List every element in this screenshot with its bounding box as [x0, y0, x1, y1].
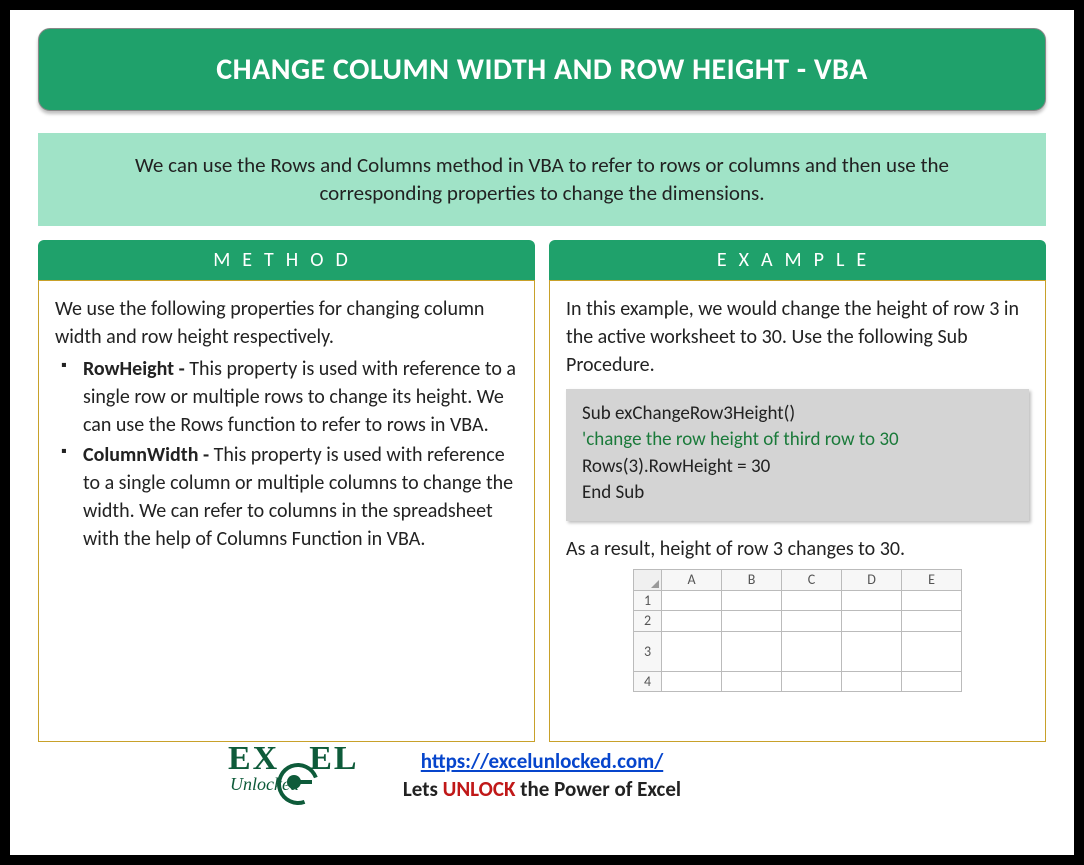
title-banner: CHANGE COLUMN WIDTH AND ROW HEIGHT - VBA — [38, 28, 1046, 111]
cell — [842, 671, 902, 692]
cell — [722, 611, 782, 632]
cell — [662, 671, 722, 692]
cell — [662, 590, 722, 611]
cell — [662, 611, 722, 632]
excel-unlocked-logo: EX EL Unlocked — [228, 742, 428, 795]
cell — [782, 631, 842, 671]
cell — [782, 590, 842, 611]
cell — [902, 631, 962, 671]
cell — [842, 611, 902, 632]
list-item: ColumnWidth - This property is used with… — [61, 441, 518, 553]
cell — [902, 671, 962, 692]
row-header: 4 — [634, 671, 662, 692]
col-header: A — [662, 570, 722, 591]
method-column: METHOD We use the following properties f… — [38, 240, 535, 742]
logo-main: EX EL — [228, 742, 428, 776]
infographic-page: CHANGE COLUMN WIDTH AND ROW HEIGHT - VBA… — [10, 10, 1074, 855]
property-name: RowHeight - — [83, 357, 189, 381]
tag-unlock: UNLOCK — [443, 776, 516, 802]
method-header: METHOD — [38, 240, 535, 280]
cell — [902, 611, 962, 632]
logo-text: EX — [228, 740, 279, 777]
method-lead: We use the following properties for chan… — [55, 295, 518, 351]
cell — [782, 671, 842, 692]
logo-sub: Unlocked — [230, 774, 428, 795]
cell — [722, 631, 782, 671]
code-comment: 'change the row height of third row to 3… — [582, 427, 1013, 454]
row-header-tall: 3 — [634, 631, 662, 671]
logo-text: EL — [309, 740, 358, 777]
grid-corner — [634, 570, 662, 591]
col-header: B — [722, 570, 782, 591]
columns-container: METHOD We use the following properties f… — [38, 240, 1046, 742]
property-name: ColumnWidth - — [83, 443, 214, 467]
row-header: 2 — [634, 611, 662, 632]
logo-key-icon — [287, 775, 301, 789]
footer-tagline: Lets UNLOCK the Power of Excel — [38, 776, 1046, 802]
code-block: Sub exChangeRow3Height() 'change the row… — [566, 389, 1029, 521]
intro-text: We can use the Rows and Columns method i… — [38, 133, 1046, 226]
example-body: In this example, we would change the hei… — [549, 280, 1046, 742]
method-body: We use the following properties for chan… — [38, 280, 535, 742]
col-header: C — [782, 570, 842, 591]
cell — [662, 631, 722, 671]
cell — [842, 590, 902, 611]
cell — [782, 611, 842, 632]
cell — [902, 590, 962, 611]
code-line: Sub exChangeRow3Height() — [582, 401, 1013, 428]
example-header: EXAMPLE — [549, 240, 1046, 280]
footer: EXEL Unlocked https://excelunlocked.com/… — [38, 748, 1046, 818]
col-header: D — [842, 570, 902, 591]
code-line: End Sub — [582, 480, 1013, 507]
method-bullets: RowHeight - This property is used with r… — [55, 355, 518, 553]
excel-grid-preview: A B C D E 1 2 3 4 — [566, 569, 1029, 692]
list-item: RowHeight - This property is used with r… — [61, 355, 518, 439]
tag-text: the Power of Excel — [515, 776, 681, 802]
excel-grid: A B C D E 1 2 3 4 — [633, 569, 962, 692]
cell — [842, 631, 902, 671]
example-column: EXAMPLE In this example, we would change… — [549, 240, 1046, 742]
cell — [722, 590, 782, 611]
row-header: 1 — [634, 590, 662, 611]
example-lead: In this example, we would change the hei… — [566, 295, 1029, 379]
col-header: E — [902, 570, 962, 591]
cell — [722, 671, 782, 692]
example-result: As a result, height of row 3 changes to … — [566, 535, 1029, 563]
code-line: Rows(3).RowHeight = 30 — [582, 454, 1013, 481]
footer-link[interactable]: https://excelunlocked.com/ — [421, 748, 663, 774]
